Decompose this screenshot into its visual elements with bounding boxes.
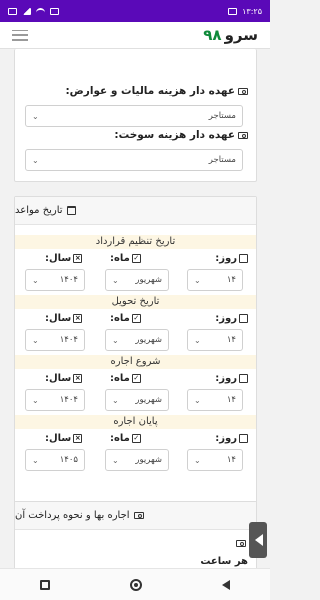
section-title: تاریخ تنظیم قرارداد — [15, 235, 256, 249]
day-label: روز: — [215, 313, 248, 324]
calendar-check-icon: ✓ — [131, 314, 141, 323]
calendar-day-icon — [239, 314, 248, 323]
section-title: پایان اجاره — [15, 415, 256, 429]
chevron-down-icon: ⌄ — [112, 455, 119, 465]
year-select[interactable]: ۱۴۰۴ ⌄ — [25, 389, 85, 411]
day-label: روز: — [215, 253, 248, 264]
calendar-x-icon: × — [73, 434, 83, 443]
year-label: × سال: — [45, 373, 83, 384]
calendar-day-icon — [239, 254, 248, 263]
sim-icon — [50, 7, 59, 15]
calendar-day-icon — [239, 434, 248, 443]
day-label: روز: — [215, 373, 248, 384]
month-select[interactable]: شهریور ⌄ — [105, 269, 169, 291]
month-label: ✓ ماه: — [110, 313, 141, 324]
chevron-down-icon: ⌄ — [32, 275, 39, 285]
back-icon[interactable] — [222, 579, 230, 590]
chevron-down-icon: ⌄ — [194, 395, 201, 405]
section-title: تاریخ تحویل — [15, 295, 256, 309]
home-icon[interactable] — [130, 578, 142, 591]
app-logo: سرو ۹۸ — [203, 26, 258, 44]
chevron-down-icon: ⌄ — [112, 275, 119, 285]
chevron-down-icon: ⌄ — [194, 275, 201, 285]
signal-icon — [22, 7, 31, 15]
menu-icon[interactable] — [12, 29, 28, 41]
scroll-handle[interactable] — [249, 522, 267, 558]
chevron-down-icon: ⌄ — [194, 455, 201, 465]
navigation-bar — [0, 568, 270, 600]
tax-select[interactable]: مستاجر ⌄ — [25, 105, 243, 127]
month-label: ✓ ماه: — [110, 433, 141, 444]
day-select[interactable]: ۱۴ ⌄ — [187, 269, 243, 291]
status-time: ۱۳:۲۵ — [242, 6, 262, 16]
rent-card-title: اجاره بها و نحوه پرداخت آن — [15, 510, 130, 521]
chevron-down-icon: ⌄ — [194, 335, 201, 345]
rent-card: اجاره بها و نحوه پرداخت آن هر ساعت — [14, 501, 257, 568]
month-label: ✓ ماه: — [110, 373, 141, 384]
scroll-content[interactable]: عهده دار هزینه مالیات و عوارض: مستاجر ⌄ … — [0, 49, 270, 568]
calendar-x-icon: × — [73, 254, 83, 263]
chevron-down-icon: ⌄ — [112, 395, 119, 405]
recents-icon[interactable] — [40, 579, 50, 590]
calendar-check-icon: ✓ — [131, 374, 141, 383]
chevron-down-icon: ⌄ — [32, 455, 39, 465]
money-icon — [133, 512, 144, 519]
chevron-down-icon: ⌄ — [112, 335, 119, 345]
day-select[interactable]: ۱۴ ⌄ — [187, 449, 243, 471]
calendar-icon — [66, 206, 76, 215]
day-select[interactable]: ۱۴ ⌄ — [187, 329, 243, 351]
chevron-down-icon: ⌄ — [32, 111, 39, 121]
dates-card-header: تاریخ مواعد — [15, 197, 256, 225]
chevron-down-icon: ⌄ — [32, 395, 39, 405]
battery-icon — [8, 7, 17, 15]
chevron-down-icon: ⌄ — [32, 335, 39, 345]
chevron-down-icon: ⌄ — [32, 155, 39, 165]
costs-card: عهده دار هزینه مالیات و عوارض: مستاجر ⌄ … — [14, 49, 257, 182]
dates-card-title: تاریخ مواعد — [15, 205, 63, 216]
year-label: × سال: — [45, 313, 83, 324]
calendar-x-icon: × — [73, 374, 83, 383]
fuel-label: عهده دار هزینه سوخت: — [114, 129, 248, 141]
month-select[interactable]: شهریور ⌄ — [105, 329, 169, 351]
year-select[interactable]: ۱۴۰۵ ⌄ — [25, 449, 85, 471]
status-bar: ۱۳:۲۵ — [0, 0, 270, 22]
rent-card-header: اجاره بها و نحوه پرداخت آن — [15, 502, 256, 530]
section-title: شروع اجاره — [15, 355, 256, 369]
notification-icon — [228, 7, 238, 15]
fuel-select[interactable]: مستاجر ⌄ — [25, 149, 243, 171]
logo-number: ۹۸ — [203, 26, 222, 44]
app-bar: سرو ۹۸ — [0, 22, 270, 49]
money-icon — [238, 131, 248, 139]
calendar-x-icon: × — [73, 314, 83, 323]
month-select[interactable]: شهریور ⌄ — [105, 389, 169, 411]
day-label: روز: — [215, 433, 248, 444]
month-select[interactable]: شهریور ⌄ — [105, 449, 169, 471]
dates-card: تاریخ مواعد تاریخ تنظیم قرارداد روز: ✓ ما… — [14, 196, 257, 539]
wifi-icon — [36, 7, 45, 15]
year-label: × سال: — [45, 253, 83, 264]
year-label: × سال: — [45, 433, 83, 444]
calendar-check-icon: ✓ — [131, 434, 141, 443]
logo-word: سرو — [224, 26, 258, 44]
tax-label: عهده دار هزینه مالیات و عوارض: — [65, 85, 248, 97]
year-select[interactable]: ۱۴۰۴ ⌄ — [25, 329, 85, 351]
money-icon — [238, 87, 248, 95]
year-select[interactable]: ۱۴۰۴ ⌄ — [25, 269, 85, 291]
month-label: ✓ ماه: — [110, 253, 141, 264]
status-icons-left — [8, 7, 59, 15]
status-icons-right: ۱۳:۲۵ — [228, 7, 262, 16]
calendar-check-icon: ✓ — [131, 254, 141, 263]
day-select[interactable]: ۱۴ ⌄ — [187, 389, 243, 411]
rent-partial-label: هر ساعت — [200, 556, 248, 567]
money-icon — [236, 540, 246, 547]
calendar-day-icon — [239, 374, 248, 383]
